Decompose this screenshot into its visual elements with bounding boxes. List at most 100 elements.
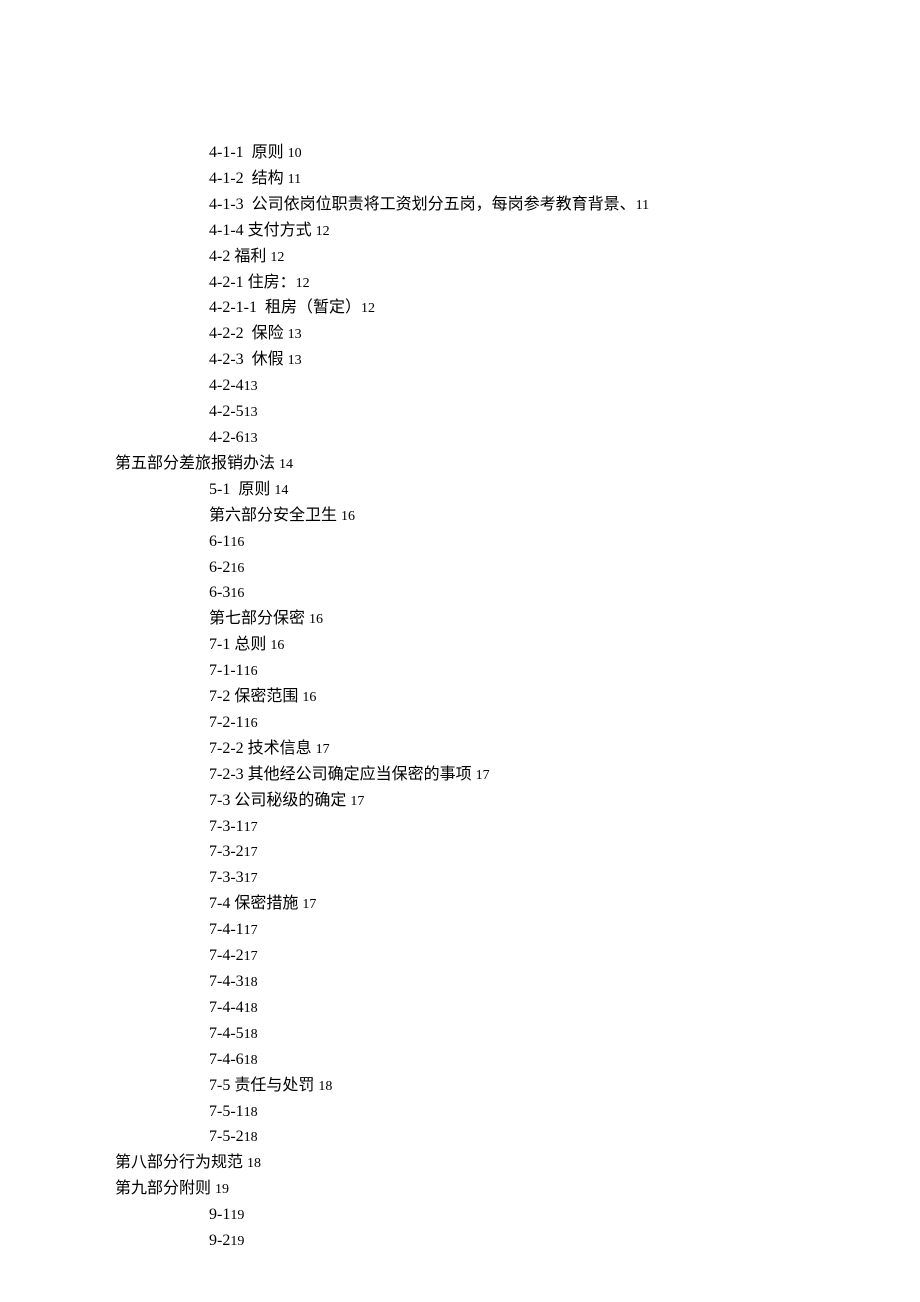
toc-entry-text: 7-4-4: [209, 999, 244, 1016]
toc-entry-text: 6-3: [209, 584, 230, 601]
toc-entry-text: 7-2-3 其他经公司确定应当保密的事项: [209, 766, 476, 783]
toc-line: 6-216: [209, 555, 920, 581]
toc-page-num: 14: [274, 483, 288, 498]
toc-page-num: 11: [288, 172, 301, 187]
toc-page-num: 16: [302, 690, 316, 705]
toc-line: 7-4-217: [209, 943, 920, 969]
toc-line: 7-5-118: [209, 1099, 920, 1125]
toc-page-num: 12: [270, 250, 284, 265]
toc-entry-text: 7-5-1: [209, 1103, 244, 1120]
toc-container: 4-1-1 原则 104-1-2 结构 114-1-3 公司依岗位职责将工资划分…: [115, 140, 920, 1254]
toc-page-num: 17: [316, 742, 330, 757]
toc-line: 7-3-117: [209, 814, 920, 840]
toc-line: 4-1-1 原则 10: [209, 140, 920, 166]
toc-page-num: 16: [230, 586, 244, 601]
toc-entry-text: 第七部分保密: [209, 610, 309, 627]
toc-line: 4-2-1 住房：12: [209, 270, 920, 296]
toc-entry-text: 7-5-2: [209, 1128, 244, 1145]
toc-page-num: 17: [302, 897, 316, 912]
toc-entry-text: 6-2: [209, 559, 230, 576]
toc-line: 7-1 总则 16: [209, 632, 920, 658]
toc-entry-text: 7-4-3: [209, 973, 244, 990]
toc-entry-text: 4-2-4: [209, 377, 244, 394]
toc-page-num: 12: [296, 276, 310, 291]
toc-page-num: 17: [476, 768, 490, 783]
toc-line: 6-116: [209, 529, 920, 555]
toc-entry-text: 7-4-6: [209, 1051, 244, 1068]
toc-line: 7-4-318: [209, 969, 920, 995]
toc-page-num: 16: [341, 509, 355, 524]
toc-line: 5-1 原则 14: [209, 477, 920, 503]
toc-page-num: 13: [244, 379, 258, 394]
toc-page-num: 11: [636, 198, 649, 213]
toc-page-num: 19: [230, 1234, 244, 1249]
toc-page-num: 16: [270, 638, 284, 653]
toc-line: 7-2-116: [209, 710, 920, 736]
toc-page-num: 18: [244, 1001, 258, 1016]
toc-entry-text: 第八部分行为规范: [115, 1154, 247, 1171]
toc-page-num: 13: [244, 405, 258, 420]
toc-line: 7-4 保密措施 17: [209, 891, 920, 917]
toc-entry-text: 4-1-3 公司依岗位职责将工资划分五岗，每岗参考教育背景、: [209, 196, 636, 213]
toc-entry-text: 9-2: [209, 1232, 230, 1249]
toc-page-num: 13: [244, 431, 258, 446]
toc-page-num: 17: [244, 871, 258, 886]
toc-entry-text: 7-3-1: [209, 818, 244, 835]
toc-entry-text: 4-2-6: [209, 429, 244, 446]
toc-page-num: 17: [244, 923, 258, 938]
toc-line: 第九部分附则 19: [115, 1176, 920, 1202]
toc-page-num: 12: [361, 301, 375, 316]
toc-entry-text: 4-2-2 保险: [209, 325, 288, 342]
toc-line: 4-1-3 公司依岗位职责将工资划分五岗，每岗参考教育背景、11: [209, 192, 920, 218]
toc-line: 7-3 公司秘级的确定 17: [209, 788, 920, 814]
toc-entry-text: 7-1 总则: [209, 636, 270, 653]
toc-line: 7-2 保密范围 16: [209, 684, 920, 710]
toc-line: 4-2 福利 12: [209, 244, 920, 270]
toc-entry-text: 4-2-1 住房：: [209, 274, 296, 291]
toc-entry-text: 第六部分安全卫生: [209, 507, 341, 524]
toc-entry-text: 4-2 福利: [209, 248, 270, 265]
toc-entry-text: 9-1: [209, 1206, 230, 1223]
toc-line: 7-5 责任与处罚 18: [209, 1073, 920, 1099]
toc-page-num: 16: [244, 664, 258, 679]
toc-line: 6-316: [209, 580, 920, 606]
toc-page-num: 18: [244, 1027, 258, 1042]
toc-entry-text: 7-2-1: [209, 714, 244, 731]
toc-page-num: 18: [244, 975, 258, 990]
toc-entry-text: 7-3-2: [209, 843, 244, 860]
toc-line: 第七部分保密 16: [209, 606, 920, 632]
toc-page-num: 16: [230, 561, 244, 576]
toc-entry-text: 7-4-5: [209, 1025, 244, 1042]
toc-entry-text: 4-1-1 原则: [209, 144, 288, 161]
toc-line: 9-119: [209, 1202, 920, 1228]
toc-entry-text: 7-4 保密措施: [209, 895, 302, 912]
toc-page-num: 16: [244, 716, 258, 731]
toc-line: 7-3-317: [209, 865, 920, 891]
toc-page-num: 18: [247, 1156, 261, 1171]
toc-line: 7-5-218: [209, 1124, 920, 1150]
toc-line: 7-2-2 技术信息 17: [209, 736, 920, 762]
toc-entry-text: 4-1-2 结构: [209, 170, 288, 187]
toc-entry-text: 7-4-1: [209, 921, 244, 938]
toc-line: 4-2-1-1 租房（暂定）12: [209, 295, 920, 321]
toc-page-num: 16: [309, 612, 323, 627]
toc-line: 7-2-3 其他经公司确定应当保密的事项 17: [209, 762, 920, 788]
toc-line: 9-219: [209, 1228, 920, 1254]
toc-page-num: 16: [230, 535, 244, 550]
toc-page-num: 12: [316, 224, 330, 239]
toc-entry-text: 4-1-4 支付方式: [209, 222, 316, 239]
toc-page-num: 18: [244, 1105, 258, 1120]
toc-entry-text: 7-1-1: [209, 662, 244, 679]
toc-page-num: 18: [244, 1130, 258, 1145]
toc-entry-text: 4-2-1-1 租房（暂定）: [209, 299, 361, 316]
toc-entry-text: 7-4-2: [209, 947, 244, 964]
toc-page-num: 17: [244, 949, 258, 964]
toc-line: 7-4-518: [209, 1021, 920, 1047]
toc-line: 第六部分安全卫生 16: [209, 503, 920, 529]
toc-entry-text: 7-2 保密范围: [209, 688, 302, 705]
toc-entry-text: 第五部分差旅报销办法: [115, 455, 279, 472]
toc-entry-text: 7-5 责任与处罚: [209, 1077, 318, 1094]
toc-line: 4-2-2 保险 13: [209, 321, 920, 347]
toc-entry-text: 7-3 公司秘级的确定: [209, 792, 350, 809]
toc-page-num: 19: [215, 1182, 229, 1197]
